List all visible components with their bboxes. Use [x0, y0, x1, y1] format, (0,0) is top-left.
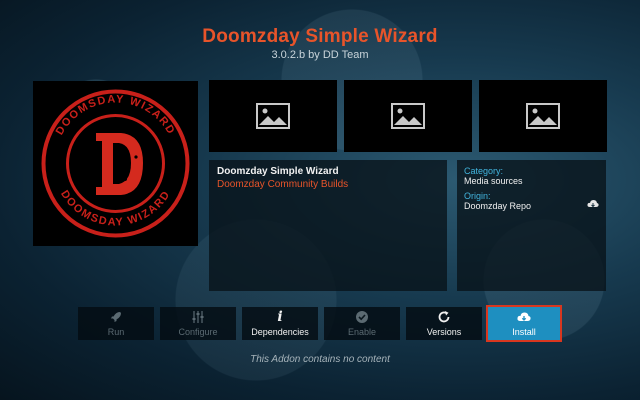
enable-label: Enable — [347, 327, 377, 337]
addon-version: 3.0.2.b by DD Team — [271, 49, 369, 61]
screenshot-thumbnail-3[interactable] — [479, 80, 607, 152]
addon-name: Doomzday Simple Wizard — [217, 166, 339, 177]
addon-logo: DOOMSDAY WIZARD DOOMSDAY WIZARD — [33, 81, 198, 246]
cloud-download-icon — [517, 310, 531, 324]
image-placeholder-icon — [391, 103, 425, 129]
run-label: Run — [107, 327, 125, 337]
versions-button[interactable]: Versions — [406, 307, 482, 340]
category-value: Media sources — [464, 176, 523, 186]
image-placeholder-icon — [526, 103, 560, 129]
configure-button[interactable]: Configure — [160, 307, 236, 340]
image-placeholder-icon — [256, 103, 290, 129]
rocket-icon — [109, 310, 123, 324]
description-panel: Doomzday Simple Wizard Doomzday Communit… — [209, 160, 447, 291]
run-button[interactable]: Run — [78, 307, 154, 340]
category-label: Category: — [464, 166, 504, 176]
configure-label: Configure — [178, 327, 218, 337]
addon-author: Doomzday Community Builds — [217, 179, 349, 190]
dependencies-button[interactable]: i Dependencies — [242, 307, 318, 340]
check-icon — [355, 310, 369, 324]
screenshot-thumbnail-1[interactable] — [209, 80, 337, 152]
sliders-icon — [191, 310, 205, 324]
origin-label: Origin: — [464, 191, 491, 201]
install-button[interactable]: Install — [486, 305, 562, 342]
addon-title: Doomzday Simple Wizard — [202, 26, 438, 47]
refresh-icon — [437, 310, 451, 324]
enable-button[interactable]: Enable — [324, 307, 400, 340]
footer-note: This Addon contains no content — [250, 354, 390, 365]
info-icon: i — [277, 309, 283, 325]
screenshot-thumbnail-2[interactable] — [344, 80, 472, 152]
cloud-icon — [587, 200, 599, 208]
install-label: Install — [512, 327, 536, 337]
dependencies-label: Dependencies — [251, 327, 309, 337]
info-panel: Category: Media sources Origin: Doomzday… — [457, 160, 606, 291]
versions-label: Versions — [426, 327, 462, 337]
origin-value: Doomzday Repo — [464, 201, 532, 211]
